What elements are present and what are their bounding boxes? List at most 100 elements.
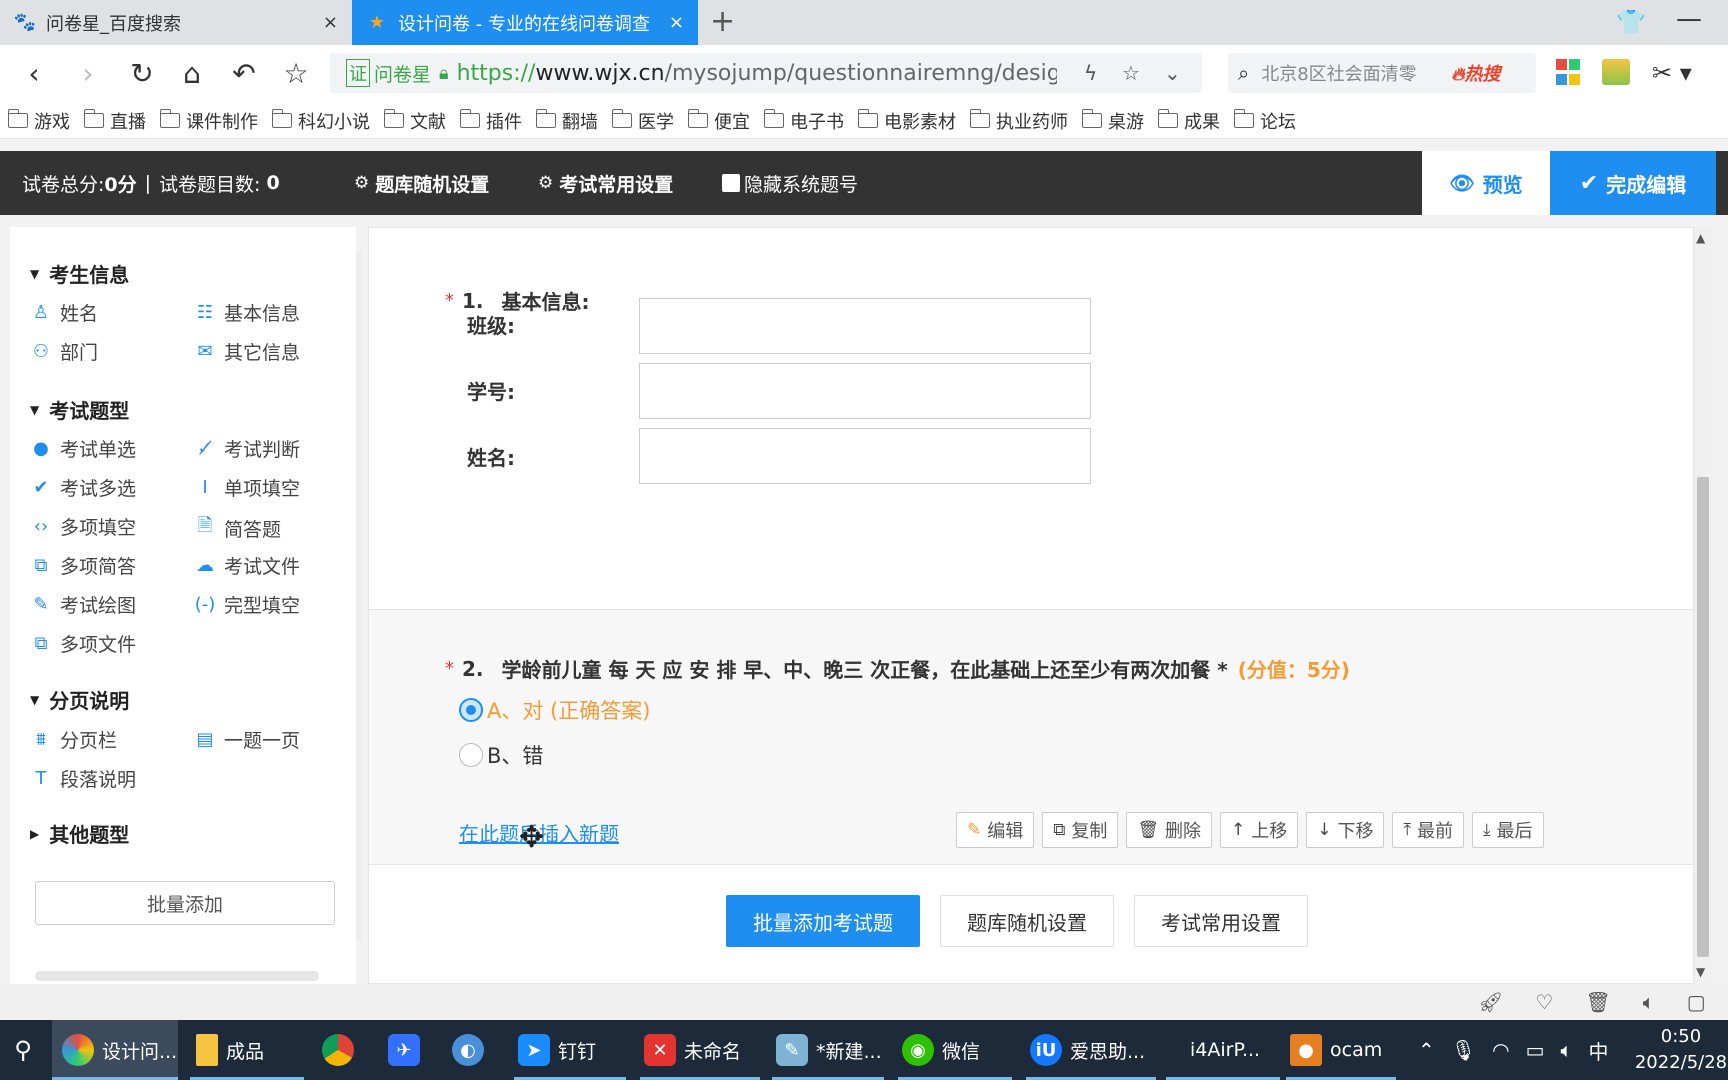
- bookmark-star-icon[interactable]: ☆: [1122, 53, 1140, 93]
- finish-editing-button[interactable]: ✔ 完成编辑: [1550, 151, 1716, 215]
- main-scrollbar[interactable]: ▲ ▼: [1694, 227, 1712, 984]
- move-to-top-button[interactable]: ⤒ 最前: [1392, 812, 1464, 848]
- bookmark-folder[interactable]: 论坛: [1233, 108, 1296, 134]
- scroll-up-icon[interactable]: ▲: [1696, 231, 1705, 245]
- bookmark-folder[interactable]: 科幻小说: [271, 108, 370, 134]
- delete-button[interactable]: 🗑︎ 删除: [1126, 812, 1212, 848]
- hide-numbers-checkbox[interactable]: 隐藏系统题号: [722, 151, 858, 215]
- battery-icon[interactable]: ▭: [1526, 1038, 1545, 1062]
- tab-baidu-search[interactable]: 🐾 问卷星_百度搜索 ×: [0, 0, 352, 45]
- random-settings-link[interactable]: ⚙ 题库随机设置: [354, 151, 489, 215]
- microphone-icon[interactable]: 🎙︎: [1451, 1038, 1476, 1062]
- bookmark-folder[interactable]: 便宜: [687, 108, 750, 134]
- bookmark-folder[interactable]: 桌游: [1081, 108, 1144, 134]
- option-b[interactable]: B、错: [459, 740, 543, 770]
- bookmark-folder[interactable]: 游戏: [7, 108, 70, 134]
- item-basic-info[interactable]: ☷ 基本信息: [194, 299, 300, 326]
- scissors-icon[interactable]: ✂ ▾: [1652, 59, 1692, 87]
- taskbar-item-chrome[interactable]: [322, 1020, 366, 1080]
- window-icon[interactable]: ▢: [1687, 990, 1706, 1014]
- taskbar-item-aisi[interactable]: iU 爱思助...: [1026, 1020, 1156, 1080]
- option-a[interactable]: A、对 (正确答案): [459, 695, 650, 725]
- forward-icon[interactable]: ›: [70, 55, 106, 91]
- item-department[interactable]: ⚇ 部门: [30, 338, 98, 365]
- edit-button[interactable]: ✎ 编辑: [956, 812, 1035, 848]
- tab-design-questionnaire[interactable]: ★ 设计问卷 - 专业的在线问卷调查 ×: [352, 0, 698, 45]
- student-name-input[interactable]: [639, 428, 1091, 484]
- item-single-fill[interactable]: I 单项填空: [194, 474, 300, 501]
- back-icon[interactable]: ‹: [16, 55, 52, 91]
- item-paragraph[interactable]: T 段落说明: [30, 765, 137, 792]
- copy-button[interactable]: ⧉ 复制: [1042, 812, 1119, 848]
- item-cloze[interactable]: (-) 完型填空: [194, 591, 300, 618]
- undo-close-icon[interactable]: ↶: [226, 55, 262, 91]
- group-other-types[interactable]: ▶ 其他题型: [30, 819, 129, 848]
- move-to-bottom-button[interactable]: ⤓ 最后: [1472, 812, 1544, 848]
- common-settings-link[interactable]: ⚙ 考试常用设置: [538, 151, 673, 215]
- search-icon[interactable]: ⚲: [0, 1020, 46, 1080]
- taskbar-item-feishu[interactable]: ✈: [388, 1020, 432, 1080]
- url-field[interactable]: 证 问卷星 🔒︎ https://www.wjx.cn/mysojump/que…: [330, 53, 1202, 93]
- taskbar-item-wechat[interactable]: ◉ 微信: [898, 1020, 1012, 1080]
- bookmark-folder[interactable]: 插件: [459, 108, 522, 134]
- item-exam-multi[interactable]: ✔ 考试多选: [30, 474, 136, 501]
- taskbar-item-airplay[interactable]: i4AirP...: [1166, 1020, 1280, 1080]
- radio-checked-icon[interactable]: [459, 698, 483, 722]
- random-settings-button[interactable]: 题库随机设置: [940, 895, 1114, 947]
- heartbeat-icon[interactable]: ♡: [1535, 990, 1553, 1014]
- student-id-input[interactable]: [639, 363, 1091, 419]
- bookmark-folder[interactable]: 电影素材: [857, 108, 956, 134]
- rocket-icon[interactable]: 🚀︎: [1478, 990, 1503, 1014]
- radio-unchecked-icon[interactable]: [459, 743, 483, 767]
- home-icon[interactable]: ⌂: [174, 55, 210, 91]
- tab-close-icon[interactable]: ×: [669, 12, 684, 33]
- bookmark-folder[interactable]: 执业药师: [969, 108, 1068, 134]
- item-exam-file[interactable]: ☁ 考试文件: [194, 552, 300, 579]
- new-tab-button[interactable]: +: [710, 4, 735, 39]
- windows-apps-icon[interactable]: [1556, 59, 1580, 87]
- taskbar-item-ocam[interactable]: ● ocam: [1286, 1020, 1396, 1080]
- group-pagination[interactable]: ▼ 分页说明: [30, 685, 129, 714]
- scrollbar-thumb[interactable]: [1697, 477, 1709, 957]
- lightning-icon[interactable]: ϟ: [1084, 53, 1097, 93]
- item-exam-judge[interactable]: ✓̸ 考试判断: [194, 435, 300, 462]
- minimize-icon[interactable]: —: [1676, 4, 1702, 34]
- trash-icon[interactable]: 🗑︎: [1585, 990, 1610, 1014]
- class-input[interactable]: [639, 298, 1091, 354]
- batch-add-exam-button[interactable]: 批量添加考试题: [726, 895, 920, 947]
- bookmark-folder[interactable]: 医学: [611, 108, 674, 134]
- favorite-star-icon[interactable]: ☆: [278, 55, 314, 91]
- reload-icon[interactable]: ↻: [124, 55, 160, 91]
- item-short-answer[interactable]: 🗎︎ 简答题: [194, 513, 281, 543]
- group-candidate-info[interactable]: ▼ 考生信息: [30, 259, 129, 288]
- ime-indicator[interactable]: 中: [1589, 1036, 1609, 1065]
- item-multi-fill[interactable]: ‹› 多项填空: [30, 513, 136, 540]
- batch-add-button[interactable]: 批量添加: [35, 881, 335, 925]
- item-multi-file[interactable]: ⧉ 多项文件: [30, 630, 136, 657]
- sidebar-scrollbar[interactable]: [356, 251, 362, 941]
- group-exam-types[interactable]: ▼ 考试题型: [30, 395, 129, 424]
- common-settings-button[interactable]: 考试常用设置: [1134, 895, 1308, 947]
- preview-button[interactable]: 👁︎ 预览: [1422, 151, 1550, 215]
- taskbar-item-folder[interactable]: 成品: [190, 1020, 304, 1080]
- bookmark-folder[interactable]: 电子书: [763, 108, 844, 134]
- item-one-per-page[interactable]: ▤ 一题一页: [194, 726, 300, 753]
- bookmark-folder[interactable]: 直播: [83, 108, 146, 134]
- bookmark-folder[interactable]: 课件制作: [159, 108, 258, 134]
- sidebar-horizontal-scrollbar[interactable]: [35, 971, 319, 981]
- chevron-up-icon[interactable]: ⌃: [1418, 1038, 1435, 1062]
- taskbar-item-xmind[interactable]: ✕ 未命名: [640, 1020, 760, 1080]
- chevron-down-icon[interactable]: ⌄: [1164, 53, 1181, 93]
- image-extension-icon[interactable]: [1602, 59, 1630, 85]
- item-exam-drawing[interactable]: ✎ 考试绘图: [30, 591, 136, 618]
- item-exam-single[interactable]: ● 考试单选: [30, 435, 136, 462]
- bookmark-folder[interactable]: 成果: [1157, 108, 1220, 134]
- scroll-down-icon[interactable]: ▼: [1696, 965, 1705, 979]
- taskbar-item-browser[interactable]: 设计问...: [52, 1020, 178, 1080]
- taskbar-item-dingtalk[interactable]: ➤ 钉钉: [514, 1020, 626, 1080]
- speaker-icon[interactable]: 🔈︎: [1561, 1038, 1573, 1062]
- volume-icon[interactable]: 🔈︎: [1643, 990, 1655, 1014]
- taskbar-item-bird[interactable]: ◐: [452, 1020, 496, 1080]
- bookmark-folder[interactable]: 翻墙: [535, 108, 598, 134]
- bookmark-folder[interactable]: 文献: [383, 108, 446, 134]
